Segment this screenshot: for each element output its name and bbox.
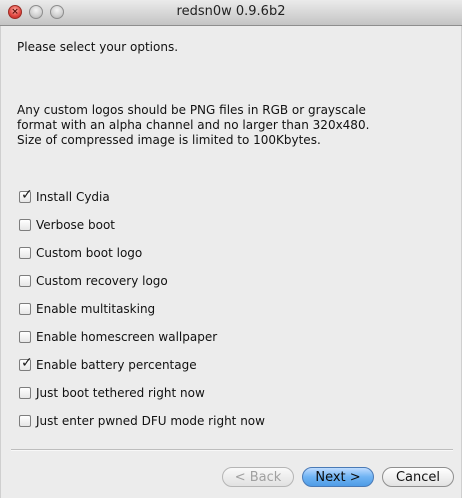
option-label: Enable homescreen wallpaper — [36, 330, 218, 344]
option-homescreen-wallpaper[interactable]: Enable homescreen wallpaper — [19, 328, 217, 346]
option-label: Custom boot logo — [36, 246, 143, 260]
custom-boot-logo-checkbox[interactable] — [19, 247, 31, 259]
boot-tethered-checkbox[interactable] — [19, 387, 31, 399]
option-verbose-boot[interactable]: Verbose boot — [19, 216, 115, 234]
option-custom-recovery-logo[interactable]: Custom recovery logo — [19, 272, 168, 290]
info-line-2: format with an alpha channel and no larg… — [17, 118, 370, 132]
custom-recovery-logo-checkbox[interactable] — [19, 275, 31, 287]
install-cydia-checkbox[interactable]: ✓ — [19, 187, 33, 203]
option-custom-boot-logo[interactable]: Custom boot logo — [19, 244, 142, 262]
window-title: redsn0w 0.9.6b2 — [176, 4, 286, 19]
enable-multitasking-checkbox[interactable] — [19, 303, 31, 315]
option-label: Just enter pwned DFU mode right now — [36, 414, 265, 428]
verbose-boot-checkbox[interactable] — [19, 219, 31, 231]
battery-percentage-checkbox[interactable]: ✓ — [19, 355, 33, 371]
homescreen-wallpaper-checkbox[interactable] — [19, 331, 31, 343]
option-label: Enable battery percentage — [36, 358, 197, 372]
option-battery-percentage[interactable]: ✓ Enable battery percentage — [19, 355, 197, 374]
cancel-button[interactable]: Cancel — [382, 467, 454, 487]
back-button[interactable]: < Back — [222, 467, 294, 487]
checkmark-icon: ✓ — [21, 187, 33, 203]
option-enable-multitasking[interactable]: Enable multitasking — [19, 300, 155, 318]
redsn0w-window: × redsn0w 0.9.6b2 Please select your opt… — [0, 0, 462, 498]
prompt-text: Please select your options. — [17, 40, 179, 54]
option-label: Install Cydia — [36, 190, 110, 204]
options-panel: Please select your options. Any custom l… — [0, 26, 462, 498]
option-label: Enable multitasking — [36, 302, 156, 316]
info-line-3: Size of compressed image is limited to 1… — [17, 133, 321, 147]
checkmark-icon: ✓ — [21, 355, 33, 371]
title-bar[interactable]: × redsn0w 0.9.6b2 — [0, 0, 462, 26]
option-label: Verbose boot — [36, 218, 116, 232]
pwned-dfu-checkbox[interactable] — [19, 415, 31, 427]
button-separator — [11, 449, 453, 451]
option-label: Just boot tethered right now — [36, 386, 205, 400]
option-boot-tethered[interactable]: Just boot tethered right now — [19, 384, 205, 402]
option-label: Custom recovery logo — [36, 274, 168, 288]
info-line-1: Any custom logos should be PNG files in … — [17, 103, 366, 117]
next-button[interactable]: Next > — [302, 467, 374, 487]
option-pwned-dfu[interactable]: Just enter pwned DFU mode right now — [19, 412, 265, 430]
option-install-cydia[interactable]: ✓ Install Cydia — [19, 187, 110, 206]
